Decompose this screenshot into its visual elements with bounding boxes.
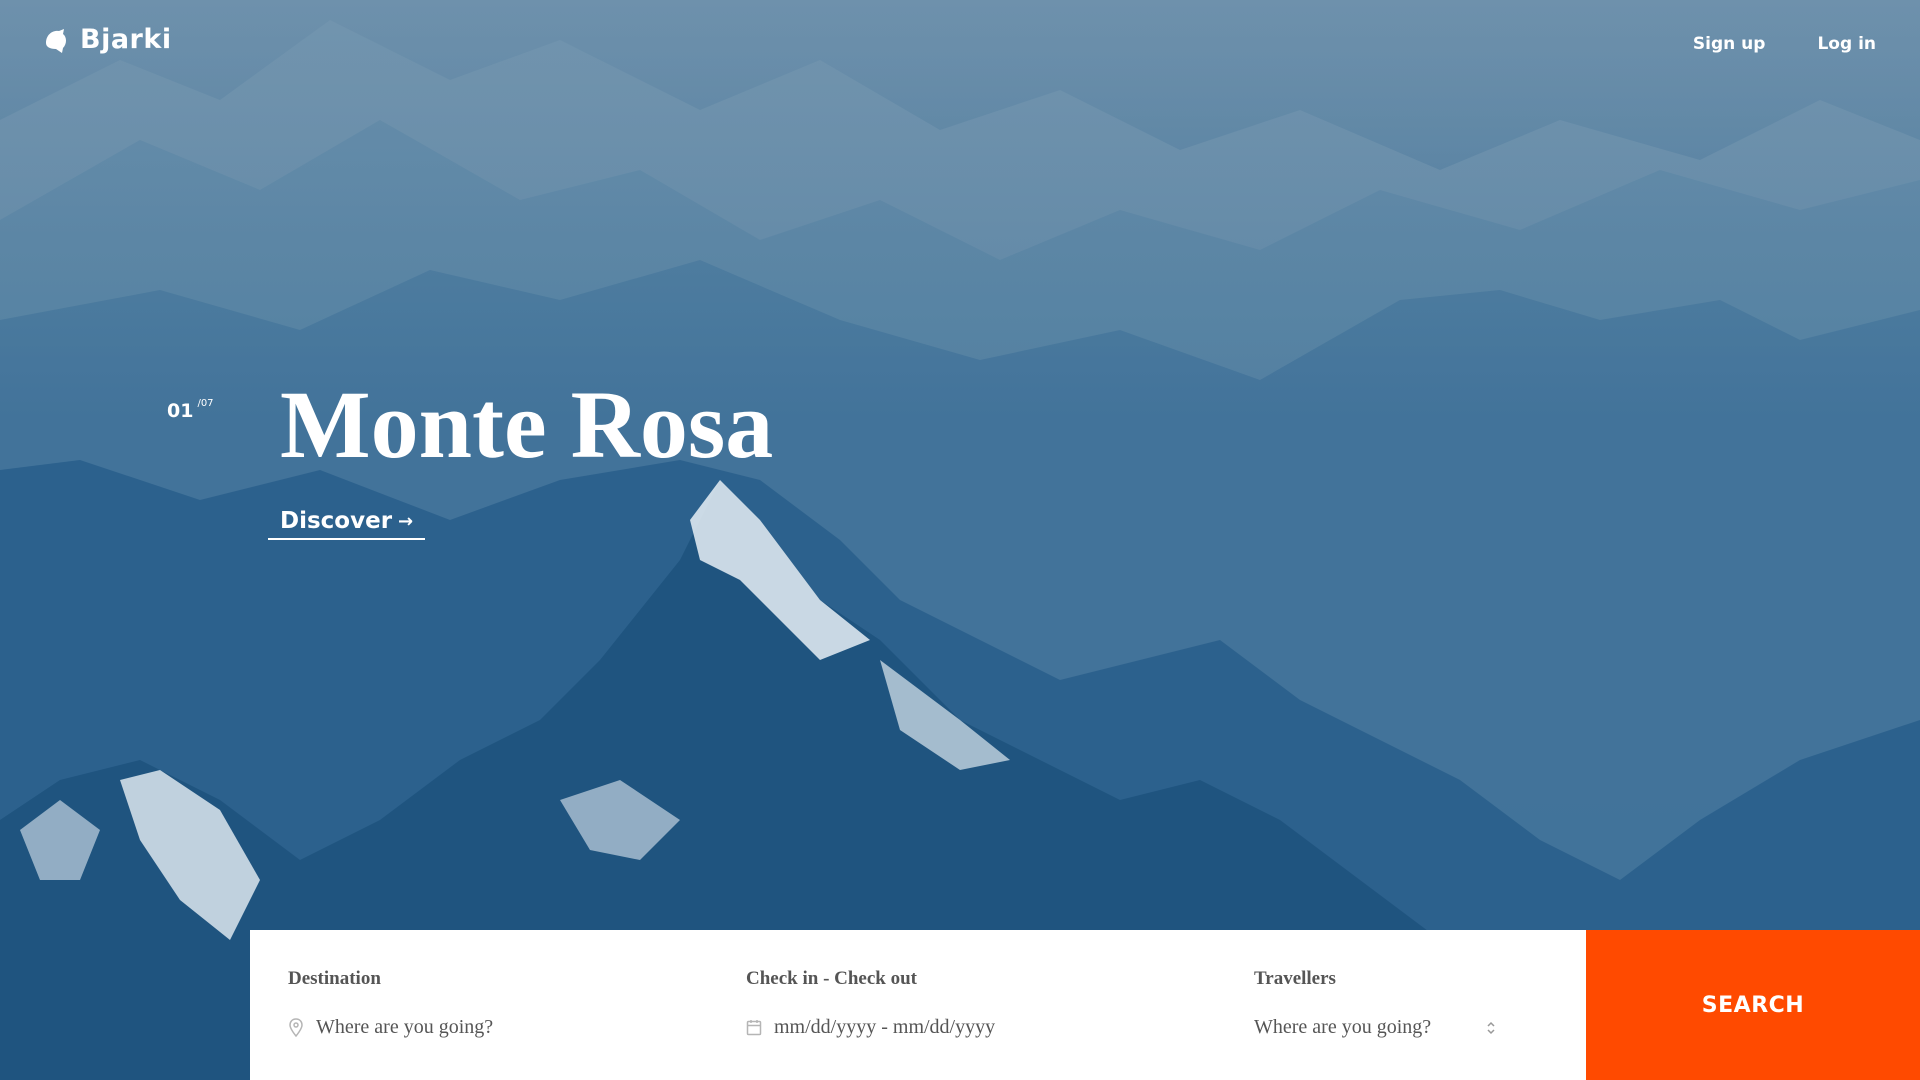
brand-logo[interactable]: Bjarki bbox=[42, 24, 172, 55]
calendar-icon bbox=[746, 1018, 762, 1038]
select-arrows-icon bbox=[1483, 1018, 1499, 1038]
bird-logo-icon bbox=[42, 25, 72, 55]
brand-name: Bjarki bbox=[80, 24, 172, 55]
hero-background-image bbox=[0, 0, 1920, 1080]
hero-title: Monte Rosa bbox=[280, 371, 774, 478]
slide-counter: 01/07 bbox=[167, 398, 214, 422]
dates-input-wrap[interactable] bbox=[746, 1016, 1085, 1039]
slide-total: /07 bbox=[197, 398, 214, 409]
slide-current: 01 bbox=[167, 400, 194, 422]
map-pin-icon bbox=[288, 1017, 304, 1038]
discover-label: Discover bbox=[280, 508, 393, 534]
signup-link[interactable]: Sign up bbox=[1693, 34, 1766, 54]
destination-input[interactable] bbox=[316, 1016, 605, 1039]
destination-field: Destination bbox=[288, 930, 708, 1080]
travellers-select[interactable]: Where are you going? bbox=[1254, 1016, 1499, 1039]
travellers-selected-value: Where are you going? bbox=[1254, 1016, 1432, 1038]
arrow-right-icon: → bbox=[398, 510, 414, 532]
destination-input-wrap[interactable] bbox=[288, 1016, 605, 1039]
search-bar: Destination Check in - Check out bbox=[250, 930, 1586, 1080]
discover-button[interactable]: Discover → bbox=[268, 508, 426, 540]
header-nav: Sign up Log in bbox=[1693, 34, 1876, 54]
destination-label: Destination bbox=[288, 968, 381, 989]
travellers-field: Travellers Where are you going? bbox=[1254, 930, 1554, 1080]
dates-label: Check in - Check out bbox=[746, 968, 918, 989]
travellers-label: Travellers bbox=[1254, 968, 1336, 989]
dates-input[interactable] bbox=[774, 1016, 1085, 1039]
search-button[interactable]: SEARCH bbox=[1586, 930, 1920, 1080]
dates-field: Check in - Check out bbox=[746, 930, 1206, 1080]
login-link[interactable]: Log in bbox=[1817, 34, 1876, 54]
